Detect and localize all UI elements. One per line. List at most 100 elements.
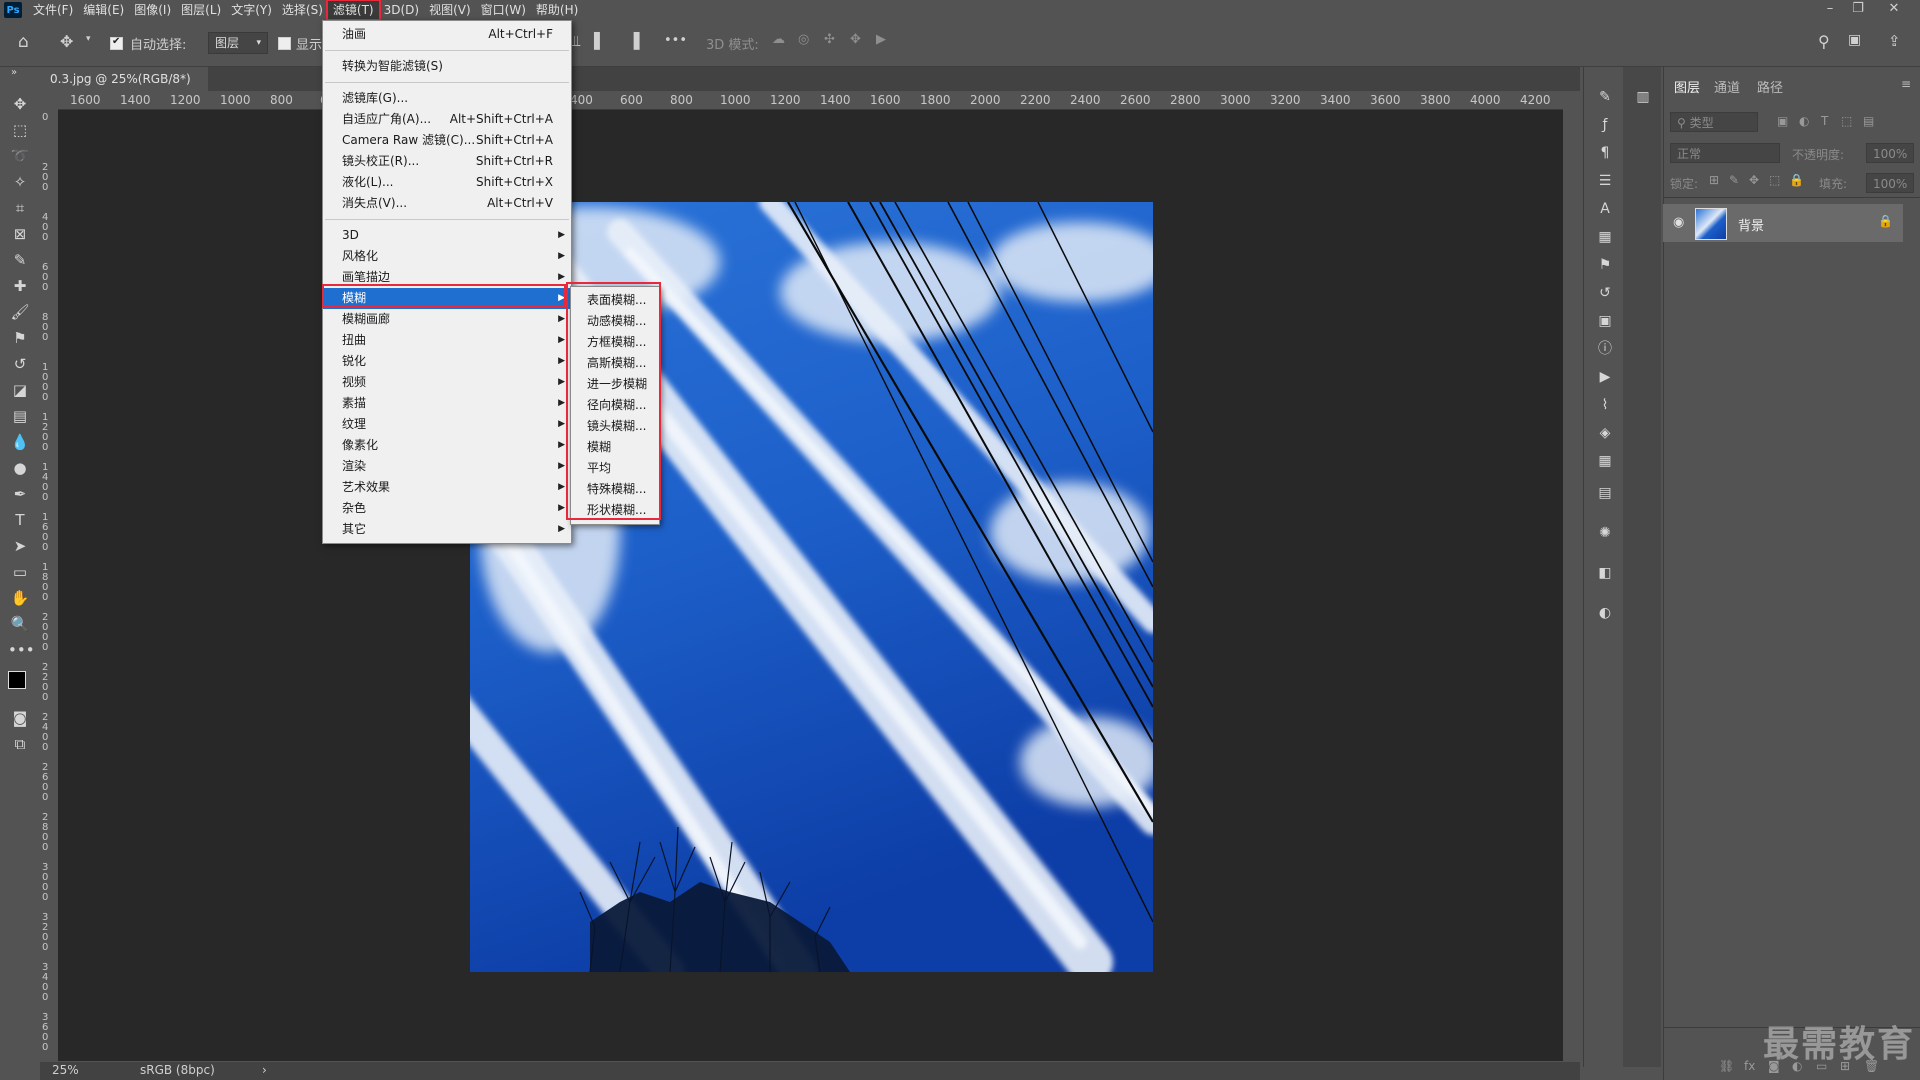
lock-all-icon[interactable]: 🔒 — [1789, 173, 1804, 187]
lasso-tool-icon[interactable]: ➰ — [8, 145, 32, 167]
filter-smart-icon[interactable]: ▤ — [1863, 114, 1874, 128]
menu-8[interactable]: 视图(V) — [424, 1, 476, 19]
plugin-panel-icon[interactable]: ✺ — [1594, 523, 1616, 543]
menu-4[interactable]: 文字(Y) — [226, 1, 277, 19]
panel-menu-icon[interactable]: ≡ — [1901, 77, 1911, 91]
fx-icon[interactable]: fx — [1744, 1059, 1755, 1073]
filter-menu-item[interactable]: 滤镜库(G)... — [323, 88, 571, 109]
zoom-tool-icon[interactable]: 🔍 — [8, 613, 32, 635]
eyedropper-icon[interactable]: ✎ — [8, 249, 32, 271]
gradient-tool-icon[interactable]: ▤ — [8, 405, 32, 427]
paths-icon[interactable]: ⌇ — [1594, 395, 1616, 415]
horizontal-ruler[interactable]: 1600140012001000800600400200020040060080… — [58, 91, 1563, 110]
pen-tool-icon[interactable]: ✒ — [8, 483, 32, 505]
blur-tool-icon[interactable]: 💧 — [8, 431, 32, 453]
history-panel-icon[interactable]: ↺ — [1594, 283, 1616, 303]
filter-shape-icon[interactable]: ⬚ — [1841, 114, 1852, 128]
close-button[interactable]: ✕ — [1880, 0, 1908, 18]
menu-1[interactable]: 编辑(E) — [78, 1, 129, 19]
link-layers-icon[interactable]: ⛓ — [1719, 1059, 1734, 1073]
eraser-tool-icon[interactable]: ◪ — [8, 379, 32, 401]
filter-adjust-icon[interactable]: ◐ — [1799, 114, 1809, 128]
healing-brush-icon[interactable]: ✚ — [8, 275, 32, 297]
tab-channels[interactable]: 通道 — [1714, 77, 1740, 96]
auto-select-checkbox[interactable] — [110, 36, 123, 50]
filter-menu-item[interactable]: 画笔描边 ▶ — [323, 267, 571, 288]
share-icon[interactable]: ⇪ — [1888, 32, 1901, 50]
filter-menu-item[interactable]: 油画 Alt+Ctrl+F — [323, 24, 571, 45]
opacity-field[interactable]: 100% — [1866, 143, 1914, 163]
filter-menu-item[interactable]: 模糊 ▶ — [323, 288, 571, 309]
filter-menu-item[interactable]: 艺术效果 ▶ — [323, 477, 571, 498]
libraries-panel-icon[interactable]: ◧ — [1594, 563, 1616, 583]
3d-panel-icon[interactable]: ◈ — [1594, 423, 1616, 443]
brush-panel-icon[interactable]: ✎ — [1594, 87, 1616, 107]
frame-tool-icon[interactable]: ⊠ — [8, 223, 32, 245]
actions-panel-icon[interactable]: ▶ — [1594, 367, 1616, 387]
rectangle-tool-icon[interactable]: ▭ — [8, 561, 32, 583]
marquee-tool-icon[interactable]: ⬚ — [8, 119, 32, 141]
minimize-button[interactable]: – — [1816, 0, 1844, 18]
blend-mode-select[interactable]: 正常 — [1670, 143, 1780, 163]
fill-field[interactable]: 100% — [1866, 173, 1914, 193]
tab-layers[interactable]: 图层 — [1674, 77, 1700, 96]
hand-tool-icon[interactable]: ✋ — [8, 587, 32, 609]
filter-menu-item[interactable]: 扭曲 ▶ — [323, 330, 571, 351]
blur-submenu-item[interactable]: 镜头模糊... — [571, 416, 659, 437]
adjustments-panel-icon[interactable]: ◐ — [1594, 603, 1616, 623]
visibility-eye-icon[interactable]: ◉ — [1673, 215, 1684, 230]
filter-menu-item[interactable]: 锐化 ▶ — [323, 351, 571, 372]
paragraph-panel-icon[interactable]: ¶ — [1594, 143, 1616, 163]
fx-panel-icon[interactable]: ƒ — [1594, 115, 1616, 135]
crop-tool-icon[interactable]: ⌗ — [8, 197, 32, 219]
filter-menu-item[interactable]: 渲染 ▶ — [323, 456, 571, 477]
menu-0[interactable]: 文件(F) — [28, 1, 78, 19]
filter-menu-item[interactable]: Camera Raw 滤镜(C)... Shift+Ctrl+A — [323, 130, 571, 151]
status-arrow-icon[interactable]: › — [262, 1063, 267, 1077]
history-brush-icon[interactable]: ↺ — [8, 353, 32, 375]
restore-button[interactable]: ❐ — [1844, 0, 1872, 18]
character-panel-icon[interactable]: A — [1594, 199, 1616, 219]
filter-menu-item[interactable]: 其它 ▶ — [323, 519, 571, 540]
blur-submenu-item[interactable]: 高斯模糊... — [571, 353, 659, 374]
show-transform-checkbox[interactable] — [278, 37, 291, 50]
clone-source-icon[interactable]: ⚑ — [1594, 255, 1616, 275]
foreground-color-swatch[interactable] — [8, 671, 26, 689]
workspace-icon[interactable]: ▣ — [1848, 32, 1861, 48]
collapse-icon[interactable]: » — [2, 67, 26, 79]
blur-submenu-item[interactable]: 模糊 — [571, 437, 659, 458]
filter-menu-item[interactable]: 液化(L)... Shift+Ctrl+X — [323, 172, 571, 193]
blur-submenu-item[interactable]: 方框模糊... — [571, 332, 659, 353]
menu-5[interactable]: 选择(S) — [277, 1, 328, 19]
table-panel-icon[interactable]: ▦ — [1594, 451, 1616, 471]
filter-menu-item[interactable]: 风格化 ▶ — [323, 246, 571, 267]
filter-menu-item[interactable]: 消失点(V)... Alt+Ctrl+V — [323, 193, 571, 214]
home-icon[interactable]: ⌂ — [18, 32, 29, 52]
filter-menu-item[interactable]: 杂色 ▶ — [323, 498, 571, 519]
3d-camera-icon[interactable]: ▶ — [876, 32, 886, 47]
dodge-tool-icon[interactable]: ● — [8, 457, 32, 479]
more-options-icon[interactable]: ••• — [664, 33, 687, 48]
stamp-tool-icon[interactable]: ⚑ — [8, 327, 32, 349]
filter-menu-item[interactable]: 自适应广角(A)... Alt+Shift+Ctrl+A — [323, 109, 571, 130]
filter-menu-item[interactable]: 视频 ▶ — [323, 372, 571, 393]
zoom-level[interactable]: 25% — [52, 1063, 79, 1077]
layer-dropdown[interactable]: 图层 ▾ — [208, 32, 268, 54]
filter-menu-item[interactable]: 3D ▶ — [323, 225, 571, 246]
filter-menu-item[interactable]: 素描 ▶ — [323, 393, 571, 414]
type-tool-icon[interactable]: T — [8, 509, 32, 531]
lock-brush-icon[interactable]: ✎ — [1729, 173, 1739, 187]
path-select-icon[interactable]: ➤ — [8, 535, 32, 557]
chevron-down-icon[interactable]: ▾ — [86, 34, 91, 44]
layer-comps-icon[interactable]: ▣ — [1594, 311, 1616, 331]
distribute-icon[interactable]: ▌ — [594, 32, 606, 50]
tab-paths[interactable]: 路径 — [1757, 77, 1783, 96]
quick-mask-icon[interactable]: ◙ — [8, 707, 32, 729]
menu-3[interactable]: 图层(L) — [176, 1, 226, 19]
vertical-ruler[interactable]: 0 2 0 0 4 0 0 6 0 0 8 0 0 1 0 0 0 1 2 0 0 1 4 0… — [40, 109, 59, 1061]
3d-pan-icon[interactable]: ✣ — [824, 32, 835, 47]
filter-menu-item[interactable]: 转换为智能滤镜(S) — [323, 56, 571, 77]
brush-tool-icon[interactable]: 🖌 — [8, 301, 32, 323]
3d-roll-icon[interactable]: ◎ — [798, 32, 809, 47]
blur-submenu-item[interactable]: 径向模糊... — [571, 395, 659, 416]
